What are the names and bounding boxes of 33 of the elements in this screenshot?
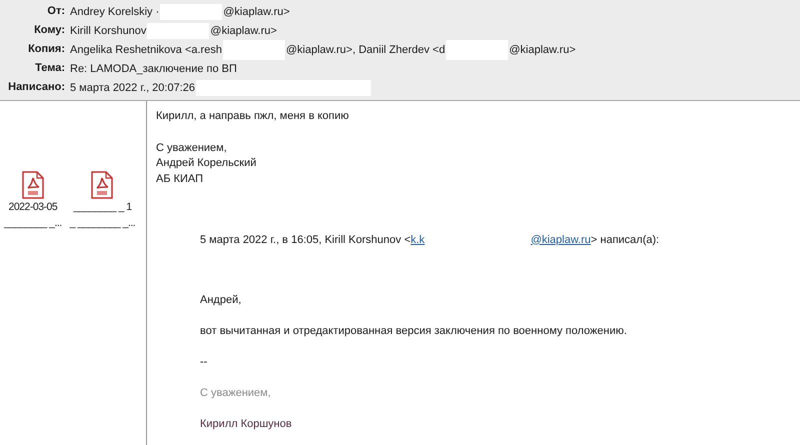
field-text: > написал(а): [590, 232, 660, 248]
message-text: С уважением, [156, 140, 228, 156]
field-text: Andrey Korelskiy · [70, 6, 160, 18]
quoted-text: С уважением, [200, 386, 272, 401]
attachment-name[interactable]: ________ _ 1 [73, 199, 132, 215]
field-text: Angelika Reshetnikova <a.resh [70, 44, 222, 56]
field-label: Копия: [27, 42, 66, 57]
quoted-text: вот вычитанная и отредактированная версия заключения по военному положению. [200, 324, 628, 339]
pdf-file-icon [20, 171, 45, 199]
field-text: 5 марта 2022 г., в 16:05, Kirill Korshunov < [200, 232, 411, 248]
attachment-name[interactable]: 2022-03-05 [8, 199, 58, 215]
quoted-text: Кирилл Коршунов [200, 417, 293, 432]
attachment-name[interactable]: ________ _... [4, 215, 62, 231]
field-text: @kiaplaw.ru> [210, 24, 277, 36]
quoted-text: Андрей, [200, 293, 242, 308]
attachment-name[interactable]: _ ________ _... [70, 215, 136, 231]
message-text: Андрей Корельский [156, 156, 258, 171]
field-text: @kiaplaw.ru>, Daniil Zherdev <d [286, 44, 446, 56]
field-text: @kiaplaw.ru> [223, 6, 290, 18]
pdf-file-icon [90, 171, 114, 199]
field-label: От: [46, 4, 66, 19]
email-link[interactable]: @kiaplaw.ru [530, 232, 591, 248]
quoted-text: -- [200, 355, 208, 370]
message-text: АБ КИАП [156, 172, 204, 186]
message-text: Кирилл, а направь пжл, меня в копию [156, 109, 350, 124]
field-text: @kiaplaw.ru> [509, 44, 576, 56]
field-label: Кому: [33, 23, 66, 38]
field-label: Написано: [7, 80, 66, 95]
field-label: Тема: [34, 61, 66, 76]
field-text: 5 марта 2022 г., 20:07:26 [70, 82, 196, 94]
email-link[interactable]: k.k [410, 232, 425, 248]
field-text: Kirill Korshunov [70, 24, 146, 36]
field-text: Re: LAMODA_заключение по ВП [70, 62, 237, 74]
